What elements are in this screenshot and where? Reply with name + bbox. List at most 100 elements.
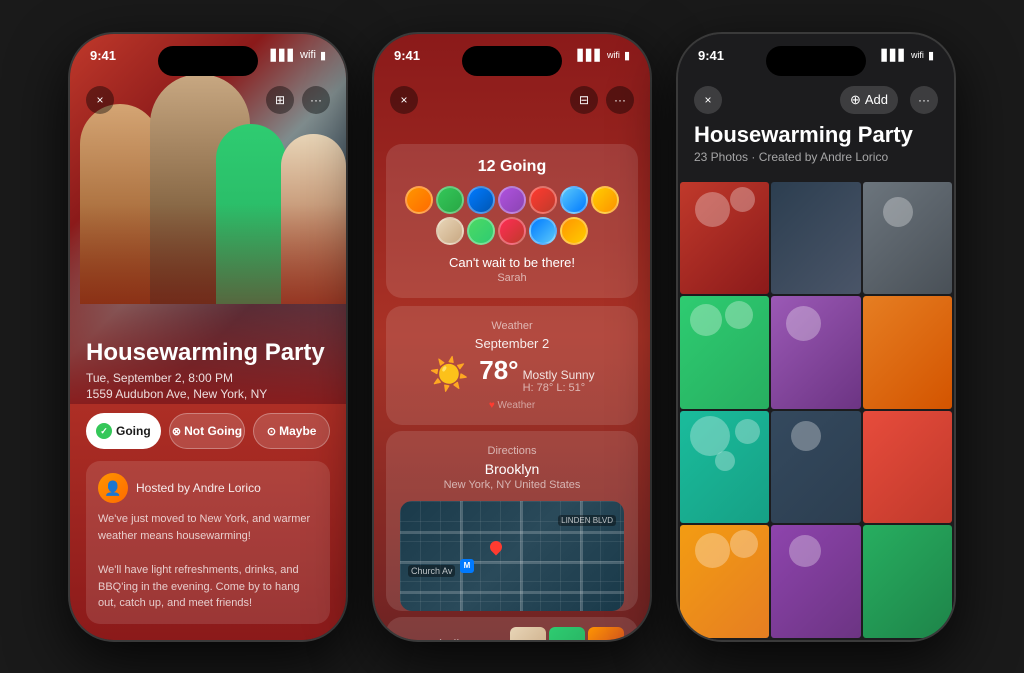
photo-6[interactable] [863,296,952,409]
dynamic-island-2 [462,46,562,76]
photo-7[interactable] [680,411,769,524]
going-count: 12 Going [400,158,624,176]
status-time-1: 9:41 [90,48,116,63]
map-road-h2 [400,561,624,564]
avatar-11 [529,217,557,245]
map-street-label: Church Av [408,565,455,577]
weather-date: September 2 [400,336,624,351]
directions-region: New York, NY United States [400,479,624,491]
toolbar-right-2: ⊟ ··· [570,86,634,114]
temperature: 78° [479,355,518,386]
photo-11-inner [771,525,860,638]
photo-3[interactable] [863,182,952,295]
host-label: Hosted by Andre Lorico [136,481,261,495]
face-2 [730,187,755,212]
question-icon: ⊙ [267,425,276,438]
phone3-content: 9:41 ▋▋▋ wifi ▮ × ⊕ Add ··· [678,34,954,640]
photo-5[interactable] [771,296,860,409]
directions-section-label: Directions [400,445,624,457]
going-button[interactable]: ✓ Going [86,413,161,449]
photo-8-inner [771,411,860,524]
photo-1-inner [680,182,769,295]
event-date-1: Tue, September 2, 8:00 PM [86,371,330,385]
face-9 [715,451,735,471]
avatar-6 [560,186,588,214]
photo-10[interactable] [680,525,769,638]
avatar-12 [560,217,588,245]
photo-grid [678,182,954,640]
photo-7-inner [680,411,769,524]
face-13 [789,535,821,567]
weather-section-label: Weather [400,320,624,332]
phone3-toolbar: × ⊕ Add ··· [678,86,954,114]
close-button-2[interactable]: × [390,86,418,114]
face-5 [725,301,753,329]
rsvp-row-1: ✓ Going ⊗ Not Going ⊙ Maybe [86,413,330,449]
photo-8[interactable] [771,411,860,524]
photo-12[interactable] [863,525,952,638]
signal-icon-3: ▋▋▋ [882,49,907,62]
photo-1[interactable] [680,182,769,295]
host-avatar: 👤 [98,473,128,503]
maybe-button[interactable]: ⊙ Maybe [253,413,330,449]
wifi-icon-2: wifi [607,50,620,60]
face-7 [690,416,730,456]
apple-heart-icon: ♥ [489,400,495,411]
battery-icon-2: ▮ [624,49,630,62]
attendee-comment: Can't wait to be there! [400,255,624,270]
photo-4[interactable] [680,296,769,409]
status-icons-3: ▋▋▋ wifi ▮ [882,49,934,62]
close-button-3[interactable]: × [694,86,722,114]
album-title-section: Housewarming Party 23 Photos · Created b… [694,122,938,164]
weather-source: ♥ Weather [400,400,624,411]
host-card: 👤 Hosted by Andre Lorico We've just move… [86,461,330,624]
weather-info: 78° Mostly Sunny H: 78° L: 51° [479,355,594,394]
calendar-button-2[interactable]: ⊟ [570,86,598,114]
face-3 [883,197,913,227]
host-desc-1: We've just moved to New York, and warmer… [98,511,318,544]
add-button[interactable]: ⊕ Add [840,86,898,114]
dynamic-island-1 [158,46,258,76]
metro-icon: M [460,559,474,573]
phone1-toolbar: × ⊞ ··· [70,86,346,114]
face-6 [786,306,821,341]
avatar-2 [436,186,464,214]
camera-button-1[interactable]: ⊞ [266,86,294,114]
map-road-v1 [460,501,463,611]
more-button-1[interactable]: ··· [302,86,330,114]
album-thumbnails [510,627,624,640]
not-going-button[interactable]: ⊗ Not Going [169,413,246,449]
photo-11[interactable] [771,525,860,638]
face-12 [730,530,758,558]
calendar-icon-2: ⊟ [579,93,589,107]
signal-icon-2: ▋▋▋ [578,49,603,62]
event-address-1: 1559 Audubon Ave, New York, NY [86,387,330,401]
more-button-2[interactable]: ··· [606,86,634,114]
phone2-content: 9:41 ▋▋▋ wifi ▮ × ⊟ ··· [374,34,650,640]
avatar-9 [467,217,495,245]
status-icons-1: ▋▋▋ wifi ▮ [271,49,326,62]
weather-description: Mostly Sunny [523,368,595,382]
map-road-v2 [520,501,523,611]
shared-album-label: Shared Album [400,637,482,640]
shared-album-card[interactable]: Shared Album [386,617,638,640]
phone1-content: 9:41 ▋▋▋ wifi ▮ × ⊞ ··· Housewar [70,34,346,640]
iphone-3: 9:41 ▋▋▋ wifi ▮ × ⊕ Add ··· [676,32,956,642]
photo-5-inner [771,296,860,409]
album-title: Housewarming Party [694,122,938,148]
dynamic-island-3 [766,46,866,76]
sun-icon: ☀️ [429,355,469,393]
map-view[interactable]: M Church Av LINDEN BLVD [400,501,624,611]
close-button-1[interactable]: × [86,86,114,114]
photo-2[interactable] [771,182,860,295]
photo-9[interactable] [863,411,952,524]
host-row: 👤 Hosted by Andre Lorico [98,473,318,503]
wifi-icon-3: wifi [911,50,924,60]
photo-10-inner [680,525,769,638]
host-desc-2: We'll have light refreshments, drinks, a… [98,562,318,612]
more-button-3[interactable]: ··· [910,86,938,114]
signal-icon-1: ▋▋▋ [271,49,296,62]
status-time-2: 9:41 [394,48,420,63]
event-title-1: Housewarming Party [86,339,330,367]
status-icons-2: ▋▋▋ wifi ▮ [578,49,630,62]
